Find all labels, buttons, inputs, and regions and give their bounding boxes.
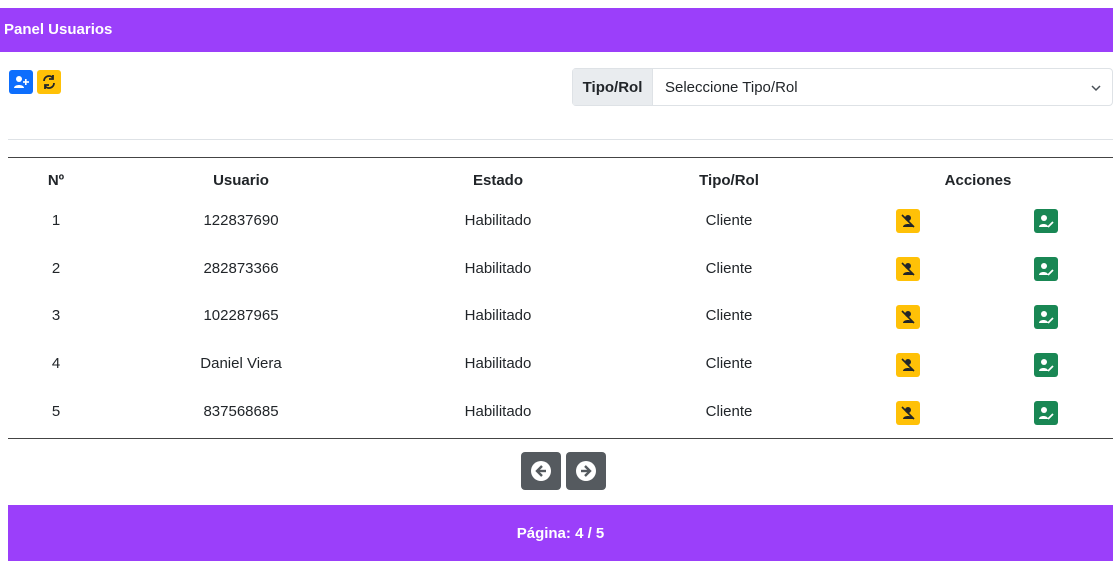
add-user-button[interactable] bbox=[9, 70, 33, 94]
row-number: 2 bbox=[51, 260, 61, 277]
chevron-down-icon bbox=[1091, 85, 1101, 92]
table-top-border bbox=[8, 157, 1113, 158]
disable-user-button[interactable] bbox=[896, 257, 920, 281]
user-plus-icon bbox=[14, 76, 29, 88]
user-slash-icon bbox=[901, 358, 915, 372]
role-filter-label: Tipo/Rol bbox=[573, 69, 653, 105]
next-page-button[interactable] bbox=[566, 452, 606, 490]
column-header-estado: Estado bbox=[472, 172, 524, 189]
arrow-right-circle-icon bbox=[576, 461, 596, 481]
prev-page-button[interactable] bbox=[521, 452, 561, 490]
page-indicator-text: Página: 4 / 5 bbox=[516, 524, 605, 542]
edit-user-button[interactable] bbox=[1034, 401, 1058, 425]
arrow-left-circle-icon bbox=[531, 461, 551, 481]
row-estado: Habilitado bbox=[464, 355, 532, 372]
user-slash-icon bbox=[901, 214, 915, 228]
column-header-tipo-rol: Tipo/Rol bbox=[699, 172, 759, 189]
user-edit-icon bbox=[1039, 263, 1054, 276]
panel-title: Panel Usuarios bbox=[4, 21, 113, 38]
role-filter: Tipo/Rol Seleccione Tipo/Rol bbox=[572, 68, 1113, 106]
row-usuario: Daniel Viera bbox=[200, 355, 282, 372]
disable-user-button[interactable] bbox=[896, 209, 920, 233]
row-usuario: 282873366 bbox=[203, 260, 279, 277]
page-indicator: Página: 4 / 5 bbox=[8, 505, 1113, 561]
row-estado: Habilitado bbox=[464, 307, 532, 324]
edit-user-button[interactable] bbox=[1034, 353, 1058, 377]
user-slash-icon bbox=[901, 262, 915, 276]
user-slash-icon bbox=[901, 310, 915, 324]
table-bottom-border bbox=[8, 438, 1113, 439]
row-number: 3 bbox=[51, 307, 61, 324]
edit-user-button[interactable] bbox=[1034, 305, 1058, 329]
row-tipo-rol: Cliente bbox=[705, 307, 753, 324]
top-strip bbox=[0, 0, 1113, 8]
user-edit-icon bbox=[1039, 359, 1054, 372]
disable-user-button[interactable] bbox=[896, 353, 920, 377]
panel-header: Panel Usuarios bbox=[0, 8, 1113, 52]
column-header-number: Nº bbox=[47, 172, 65, 189]
role-select[interactable]: Seleccione Tipo/Rol bbox=[653, 69, 1112, 105]
refresh-button[interactable] bbox=[37, 70, 61, 94]
refresh-icon bbox=[43, 75, 55, 89]
row-estado: Habilitado bbox=[464, 403, 532, 420]
user-slash-icon bbox=[901, 406, 915, 420]
user-edit-icon bbox=[1039, 407, 1054, 420]
row-number: 5 bbox=[51, 403, 61, 420]
row-number: 4 bbox=[51, 355, 61, 372]
row-tipo-rol: Cliente bbox=[705, 260, 753, 277]
disable-user-button[interactable] bbox=[896, 305, 920, 329]
user-edit-icon bbox=[1039, 215, 1054, 228]
row-usuario: 837568685 bbox=[203, 403, 279, 420]
edit-user-button[interactable] bbox=[1034, 209, 1058, 233]
column-header-acciones: Acciones bbox=[944, 172, 1012, 189]
column-header-usuario: Usuario bbox=[213, 172, 269, 189]
row-tipo-rol: Cliente bbox=[705, 355, 753, 372]
edit-user-button[interactable] bbox=[1034, 257, 1058, 281]
row-usuario: 122837690 bbox=[203, 212, 279, 229]
role-select-value: Seleccione Tipo/Rol bbox=[665, 78, 798, 96]
disable-user-button[interactable] bbox=[896, 401, 920, 425]
row-estado: Habilitado bbox=[464, 260, 532, 277]
section-divider bbox=[8, 139, 1113, 140]
row-estado: Habilitado bbox=[464, 212, 532, 229]
row-tipo-rol: Cliente bbox=[705, 212, 753, 229]
row-usuario: 102287965 bbox=[203, 307, 279, 324]
user-edit-icon bbox=[1039, 311, 1054, 324]
row-tipo-rol: Cliente bbox=[705, 403, 753, 420]
row-number: 1 bbox=[51, 212, 61, 229]
